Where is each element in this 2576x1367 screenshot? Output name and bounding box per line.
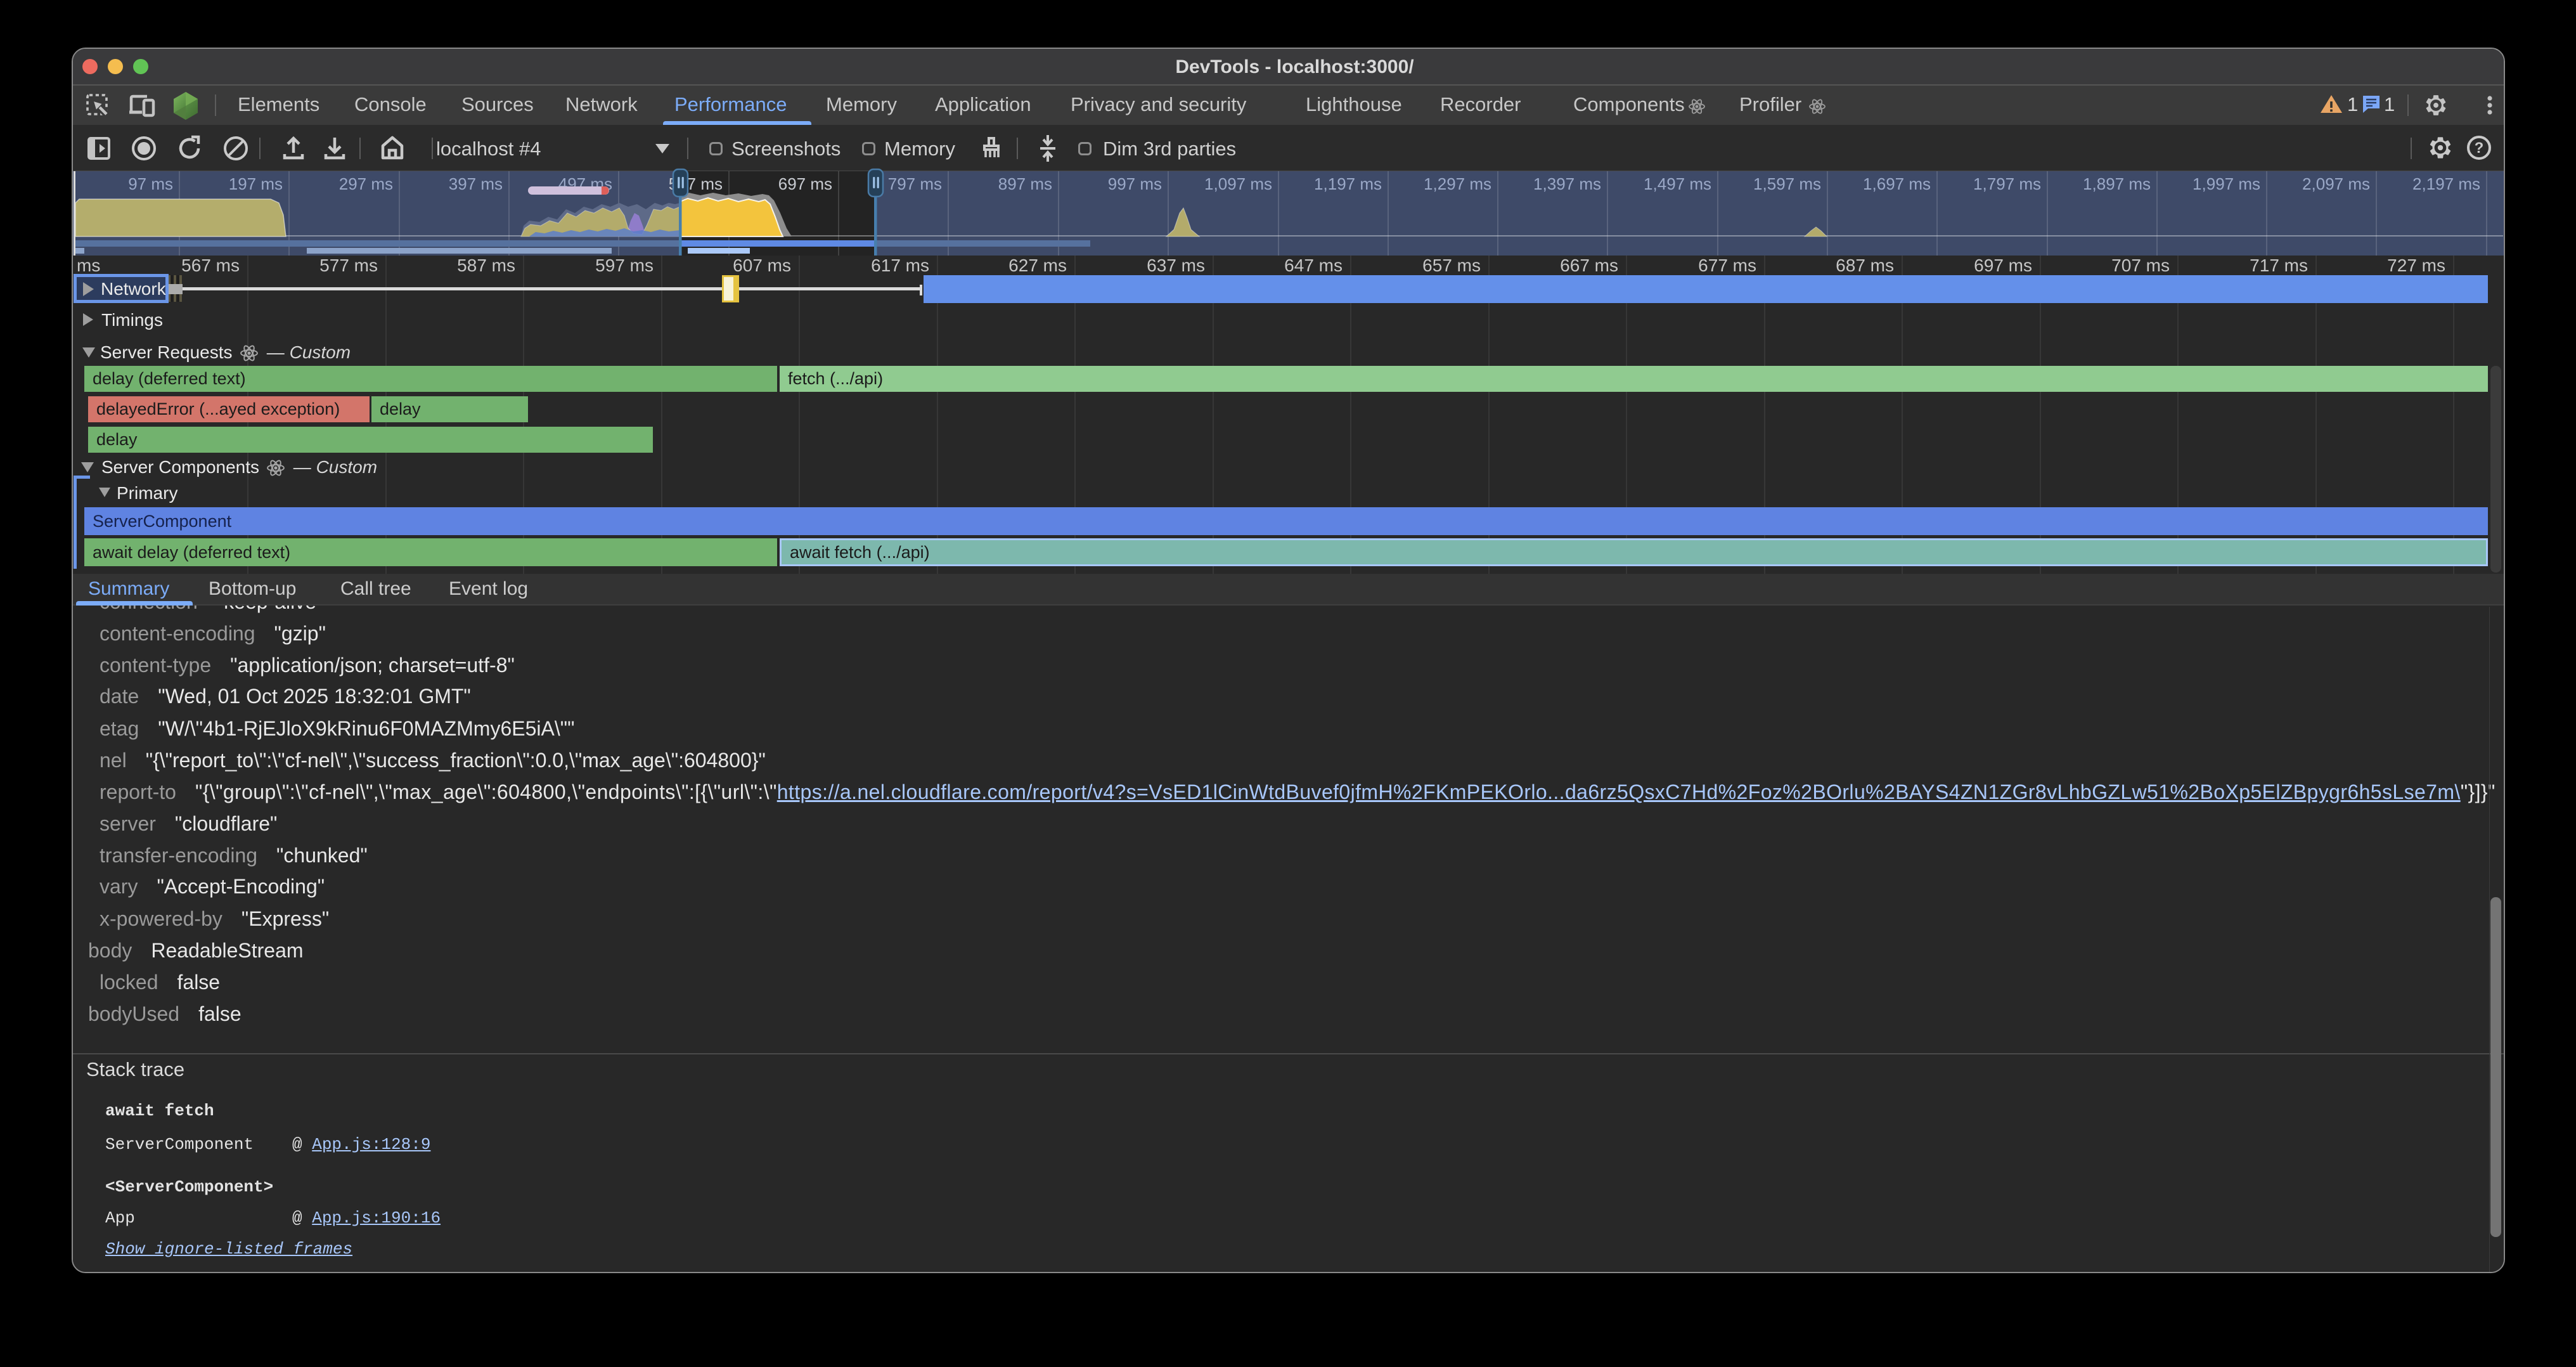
svg-text:997 ms: 997 ms xyxy=(1108,174,1162,193)
svg-text:1,097 ms: 1,097 ms xyxy=(1204,174,1272,193)
svg-text:2,097 ms: 2,097 ms xyxy=(2302,174,2370,193)
svg-text:1,397 ms: 1,397 ms xyxy=(1533,174,1601,193)
svg-text:697 ms: 697 ms xyxy=(778,174,832,193)
svg-text:1,897 ms: 1,897 ms xyxy=(2083,174,2151,193)
svg-text:1,997 ms: 1,997 ms xyxy=(2193,174,2260,193)
svg-text:2,197 ms: 2,197 ms xyxy=(2412,174,2480,193)
svg-text:197 ms: 197 ms xyxy=(229,174,283,193)
svg-text:1,597 ms: 1,597 ms xyxy=(1753,174,1821,193)
svg-text:1,197 ms: 1,197 ms xyxy=(1314,174,1382,193)
svg-text:397 ms: 397 ms xyxy=(449,174,503,193)
svg-text:1,797 ms: 1,797 ms xyxy=(1973,174,2041,193)
svg-text:?: ? xyxy=(2475,139,2484,157)
svg-text:297 ms: 297 ms xyxy=(339,174,393,193)
svg-text:797 ms: 797 ms xyxy=(888,174,942,193)
svg-text:1,497 ms: 1,497 ms xyxy=(1644,174,1711,193)
svg-text:1,297 ms: 1,297 ms xyxy=(1424,174,1491,193)
svg-text:97 ms: 97 ms xyxy=(128,174,173,193)
svg-text:897 ms: 897 ms xyxy=(998,174,1052,193)
svg-text:1,697 ms: 1,697 ms xyxy=(1863,174,1931,193)
